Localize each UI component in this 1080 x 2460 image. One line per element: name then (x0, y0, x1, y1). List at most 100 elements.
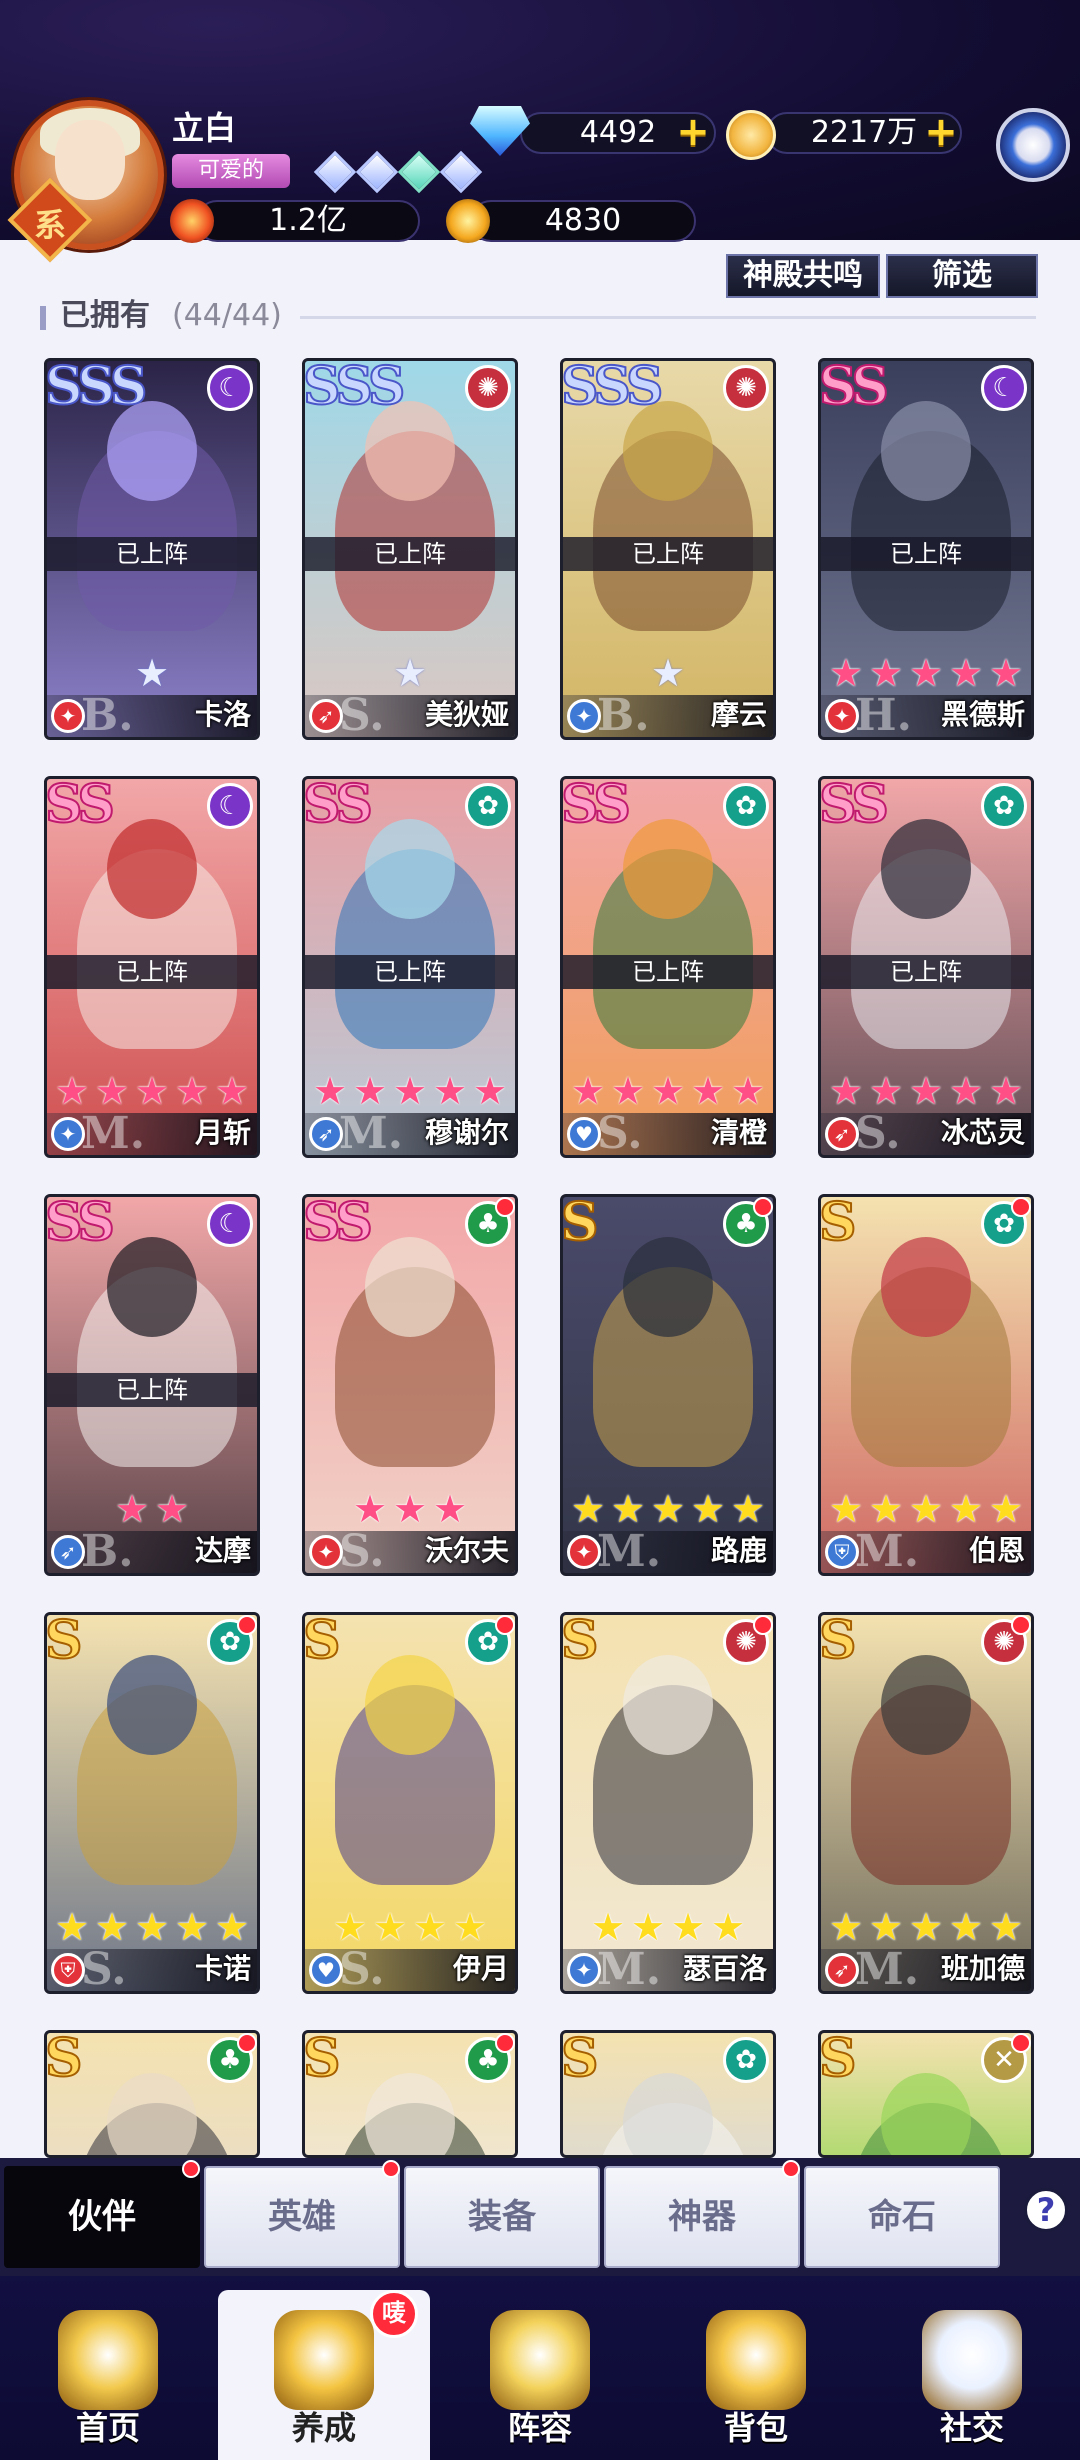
add-gold-icon[interactable]: + (924, 112, 958, 152)
faction-icon: ☾ (207, 365, 253, 411)
hero-card[interactable]: S ♣ (302, 2030, 518, 2158)
hero-name: 卡洛 (194, 698, 251, 731)
hero-card[interactable]: S ✿ ★ ★ ★ ★ S. ♥ 伊月 (302, 1612, 518, 1994)
nav-label: 养成 (291, 2409, 356, 2447)
star-icon: ★ (174, 1905, 210, 1949)
star-icon: ★ (650, 651, 686, 695)
faction-icon: ✿ (723, 783, 769, 829)
class-icon: ✦ (309, 1535, 343, 1569)
class-letter: S. (339, 690, 385, 740)
hero-portrait-head (623, 2073, 713, 2155)
formation-icon (490, 2310, 590, 2410)
hero-card[interactable]: S ✺ ★ ★ ★ ★ M. ✦ 瑟百洛 (560, 1612, 776, 1994)
hero-portrait-head (881, 2073, 971, 2155)
class-icon: ✦ (825, 699, 859, 733)
hero-card[interactable]: S ♣ (44, 2030, 260, 2158)
nav-label: 社交 (939, 2409, 1004, 2447)
hero-card[interactable]: SS ☾ 已上阵 ★ ★ ★ ★ ★ M. ✦ 月斩 (44, 776, 260, 1158)
hero-card[interactable]: SS ☾ 已上阵 ★ ★ B. ➶ 达摩 (44, 1194, 260, 1576)
hero-card[interactable]: S ♣ ★ ★ ★ ★ ★ M. ✦ 路鹿 (560, 1194, 776, 1576)
notification-dot (237, 1615, 257, 1635)
rarity-rank: SSS (561, 358, 664, 417)
hero-portrait-head (623, 1237, 713, 1337)
star-icon: ★ (432, 1487, 468, 1531)
star-rating: ★ (47, 653, 257, 693)
class-letter: B. (597, 690, 650, 740)
hero-card[interactable]: SS ✿ 已上阵 ★ ★ ★ ★ ★ S. ➶ 冰芯灵 (818, 776, 1034, 1158)
faction-icon: ✿ (981, 783, 1027, 829)
notification-dot (753, 1197, 773, 1217)
star-rating: ★ ★ ★ (305, 1489, 515, 1529)
hero-portrait-head (107, 819, 197, 919)
hero-card[interactable]: S ✿ (560, 2030, 776, 2158)
hero-card[interactable]: SS ✿ 已上阵 ★ ★ ★ ★ ★ M. ➶ 穆谢尔 (302, 776, 518, 1158)
hero-card[interactable]: SSS ✺ 已上阵 ★ S. ➶ 美狄娅 (302, 358, 518, 740)
class-letter: B. (81, 690, 134, 740)
hero-card[interactable]: S ✿ ★ ★ ★ ★ ★ S. ⛨ 卡诺 (44, 1612, 260, 1994)
tab-notification-dot (382, 2160, 400, 2178)
hero-portrait-head (881, 1237, 971, 1337)
hero-card[interactable]: S ✺ ★ ★ ★ ★ ★ M. ➶ 班加德 (818, 1612, 1034, 1994)
star-icon: ★ (392, 1487, 428, 1531)
star-icon: ★ (570, 1487, 606, 1531)
hero-portrait-head (365, 1655, 455, 1755)
star-icon: ★ (570, 1069, 606, 1113)
star-icon: ★ (352, 1487, 388, 1531)
temple-resonance-button[interactable]: 神殿共鸣 (726, 254, 880, 298)
star-icon: ★ (94, 1069, 130, 1113)
hero-card[interactable]: S ✿ ★ ★ ★ ★ ★ M. ⛨ 伯恩 (818, 1194, 1034, 1576)
nav-item-3[interactable]: 阵容 (440, 2290, 640, 2460)
nav-item-1[interactable]: 首页 (8, 2290, 208, 2460)
star-icon: ★ (610, 1487, 646, 1531)
class-letter: M. (855, 1526, 920, 1576)
class-letter: S. (81, 1944, 127, 1994)
help-icon[interactable]: ? (1024, 2188, 1068, 2232)
tab-1[interactable]: 伙伴 (4, 2166, 200, 2268)
hero-portrait-head (365, 2073, 455, 2155)
tab-5[interactable]: 命石 (804, 2166, 1000, 2268)
nav-label: 首页 (75, 2409, 140, 2447)
filter-button[interactable]: 筛选 (886, 254, 1038, 298)
home-icon (58, 2310, 158, 2410)
star-icon: ★ (868, 1069, 904, 1113)
tab-notification-dot (182, 2160, 200, 2178)
class-icon: ➶ (825, 1117, 859, 1151)
star-icon: ★ (988, 651, 1024, 695)
hero-card[interactable]: SSS ✺ 已上阵 ★ B. ✦ 摩云 (560, 358, 776, 740)
star-icon: ★ (828, 651, 864, 695)
flame-icon (170, 199, 214, 243)
star-icon: ★ (988, 1487, 1024, 1531)
star-icon: ★ (174, 1069, 210, 1113)
hero-name: 清橙 (710, 1116, 767, 1149)
tab-2[interactable]: 英雄 (204, 2166, 400, 2268)
hero-card[interactable]: SSS ☾ 已上阵 ★ B. ✦ 卡洛 (44, 358, 260, 740)
star-icon: ★ (114, 1487, 150, 1531)
add-diamonds-icon[interactable]: + (676, 112, 710, 152)
star-icon: ★ (54, 1905, 90, 1949)
hero-card[interactable]: SS ☾ 已上阵 ★ ★ ★ ★ ★ H. ✦ 黑德斯 (818, 358, 1034, 740)
tab-4[interactable]: 神器 (604, 2166, 800, 2268)
hero-card[interactable]: SS ♣ ★ ★ ★ S. ✦ 沃尔夫 (302, 1194, 518, 1576)
deployed-status: 已上阵 (47, 955, 257, 989)
nav-item-4[interactable]: 背包 (656, 2290, 856, 2460)
hero-card[interactable]: SS ✿ 已上阵 ★ ★ ★ ★ ★ S. ♥ 清橙 (560, 776, 776, 1158)
star-icon: ★ (670, 1905, 706, 1949)
rarity-rank: S (819, 2030, 857, 2089)
star-icon: ★ (730, 1069, 766, 1113)
star-icon: ★ (412, 1905, 448, 1949)
star-icon: ★ (690, 1069, 726, 1113)
rarity-rank: SS (303, 1194, 374, 1253)
hero-name: 班加德 (940, 1952, 1025, 1985)
class-icon: ♥ (567, 1117, 601, 1151)
star-icon: ★ (828, 1905, 864, 1949)
class-icon: ✦ (567, 699, 601, 733)
faction-icon: ☾ (981, 365, 1027, 411)
tab-3[interactable]: 装备 (404, 2166, 600, 2268)
player-title-badge[interactable]: 可爱的 (172, 154, 290, 188)
nav-item-5[interactable]: 社交 (872, 2290, 1072, 2460)
star-icon: ★ (352, 1069, 388, 1113)
settings-gear-icon[interactable] (996, 108, 1070, 182)
class-icon: ♥ (309, 1953, 343, 1987)
star-rating: ★ ★ ★ ★ ★ (47, 1071, 257, 1111)
hero-card[interactable]: S ✕ (818, 2030, 1034, 2158)
